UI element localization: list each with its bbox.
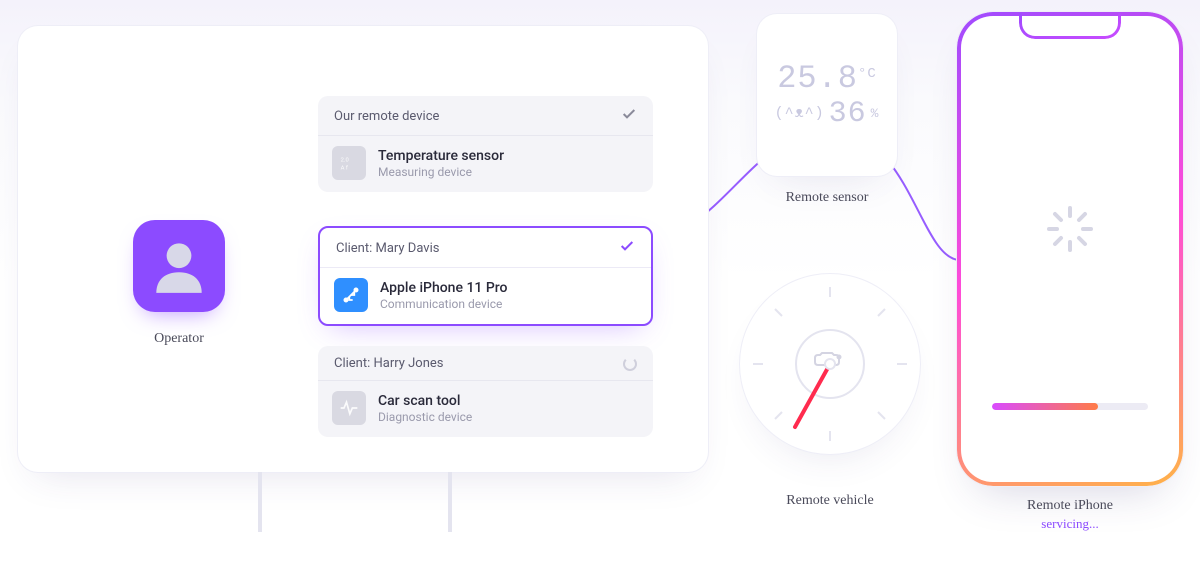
svg-text:A f: A f [341, 165, 349, 172]
sensor-humidity: (^ᴥ^) 36% [775, 97, 880, 131]
svg-text:2.0: 2.0 [341, 157, 349, 163]
sensor-temperature: 25.8°C [777, 60, 877, 97]
progress-bar [992, 403, 1148, 410]
device-title: Car scan tool [378, 393, 472, 409]
card-header-text: Client: Mary Davis [336, 241, 439, 256]
humidity-unit: % [871, 106, 880, 121]
card-header-text: Our remote device [334, 109, 439, 124]
temperature-unit: °C [858, 66, 877, 82]
device-card-temperature[interactable]: Our remote device 2.0 A f Temperature sen… [318, 96, 653, 192]
remote-sensor-card: 25.8°C (^ᴥ^) 36% [757, 14, 897, 176]
operator-panel: Operator Our remote device 2.0 A f Temper… [18, 26, 708, 472]
device-subtitle: Communication device [380, 297, 508, 311]
device-title: Apple iPhone 11 Pro [380, 280, 508, 296]
humidity-value: 36 [829, 97, 867, 131]
remote-iphone-label: Remote iPhone servicing... [957, 498, 1183, 532]
check-icon [619, 238, 635, 258]
temperature-value: 25.8 [777, 60, 858, 97]
person-icon [146, 233, 212, 299]
phone-label-text: Remote iPhone [957, 498, 1183, 514]
panel-legs [240, 472, 470, 532]
device-subtitle: Measuring device [378, 165, 504, 179]
device-card-iphone[interactable]: Client: Mary Davis Apple iPhone 11 Pro C… [318, 226, 653, 326]
remote-vehicle-label: Remote vehicle [740, 493, 920, 509]
loading-spinner-icon [623, 357, 637, 371]
progress-fill [992, 403, 1098, 410]
operator-label: Operator [133, 331, 225, 347]
check-icon [621, 106, 637, 126]
operator-avatar [133, 220, 225, 312]
remote-iphone [957, 12, 1183, 486]
card-header-text: Client: Harry Jones [334, 356, 444, 371]
thermometer-icon: 2.0 A f [332, 146, 366, 180]
remote-vehicle-gauge [740, 274, 920, 454]
usb-icon [334, 278, 368, 312]
device-title: Temperature sensor [378, 148, 504, 164]
remote-sensor-label: Remote sensor [757, 190, 897, 206]
card-header: Client: Mary Davis [320, 228, 651, 267]
device-subtitle: Diagnostic device [378, 410, 472, 424]
card-header: Client: Harry Jones [318, 346, 653, 380]
face-icon: (^ᴥ^) [775, 105, 825, 122]
loading-spinner-icon [1045, 204, 1095, 254]
gauge-icon [745, 279, 915, 449]
device-card-carscan[interactable]: Client: Harry Jones Car scan tool Diagno… [318, 346, 653, 437]
card-header: Our remote device [318, 96, 653, 135]
diagnostic-icon [332, 391, 366, 425]
phone-status-text: servicing... [957, 516, 1183, 532]
